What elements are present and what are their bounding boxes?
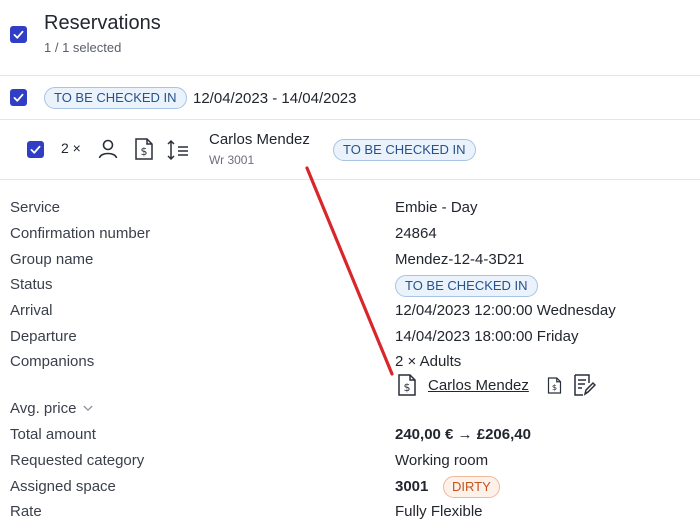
- space-state-badge: DIRTY: [443, 476, 500, 498]
- arrival-label: Arrival: [10, 302, 53, 319]
- svg-text:$: $: [404, 381, 411, 394]
- arrival-value: 12/04/2023 12:00:00 Wednesday: [395, 302, 616, 319]
- bill-icon[interactable]: $: [134, 138, 154, 160]
- departure-value: 14/04/2023 18:00:00 Friday: [395, 328, 579, 345]
- svg-text:$: $: [141, 145, 148, 158]
- rate-value: Fully Flexible: [395, 503, 483, 520]
- group-status-badge: TO BE CHECKED IN: [44, 87, 187, 109]
- selection-count: 1 / 1 selected: [44, 40, 122, 55]
- annotation-line: [305, 166, 394, 376]
- confirmation-value: 24864: [395, 225, 437, 242]
- rate-label: Rate: [10, 503, 42, 520]
- bill-icon[interactable]: $: [397, 374, 417, 396]
- reservation-status-badge: TO BE CHECKED IN: [333, 139, 476, 161]
- group-name-label: Group name: [10, 251, 94, 268]
- departure-label: Departure: [10, 328, 77, 345]
- requested-category-value: Working room: [395, 452, 489, 469]
- reservation-checkbox[interactable]: [27, 141, 44, 158]
- divider: [0, 119, 700, 120]
- reservation-guest-name[interactable]: Carlos Mendez: [209, 131, 310, 148]
- avg-price-label: Avg. price: [10, 400, 77, 417]
- edit-note-icon[interactable]: [572, 373, 596, 397]
- guest-count: 2 ×: [61, 140, 81, 156]
- companions-value: 2 × Adults: [395, 353, 462, 370]
- companion-name-link[interactable]: Carlos Mendez: [428, 377, 529, 394]
- companions-label: Companions: [10, 353, 95, 370]
- person-icon: [98, 139, 118, 159]
- checkmark-icon: [30, 145, 41, 154]
- requested-category-label: Requested category: [10, 452, 145, 469]
- group-date-range: 12/04/2023 - 14/04/2023: [193, 90, 357, 107]
- status-value-badge: TO BE CHECKED IN: [395, 275, 538, 297]
- divider: [0, 75, 700, 76]
- avg-price-toggle[interactable]: Avg. price: [10, 400, 94, 417]
- group-name-value: Mendez-12-4-3D21: [395, 251, 525, 268]
- group-checkbox[interactable]: [10, 89, 27, 106]
- reservation-space: Wr 3001: [209, 153, 255, 167]
- checkmark-icon: [13, 93, 24, 102]
- svg-text:$: $: [552, 382, 557, 392]
- total-amount-label: Total amount: [10, 426, 96, 443]
- divider: [0, 179, 700, 180]
- service-label: Service: [10, 199, 61, 216]
- sort-icon[interactable]: [166, 139, 190, 161]
- service-value: Embie - Day: [395, 199, 478, 216]
- checkmark-icon: [13, 30, 24, 39]
- bill-small-icon[interactable]: $: [547, 377, 562, 394]
- page-title: Reservations: [44, 12, 161, 34]
- assigned-space-value: 3001: [395, 478, 429, 495]
- confirmation-label: Confirmation number: [10, 225, 151, 242]
- status-label: Status: [10, 276, 53, 293]
- select-all-checkbox[interactable]: [10, 26, 27, 43]
- total-amount-value: 240,00 € → £206,40: [395, 426, 531, 443]
- assigned-space-label: Assigned space: [10, 478, 116, 495]
- chevron-down-icon: [83, 405, 94, 412]
